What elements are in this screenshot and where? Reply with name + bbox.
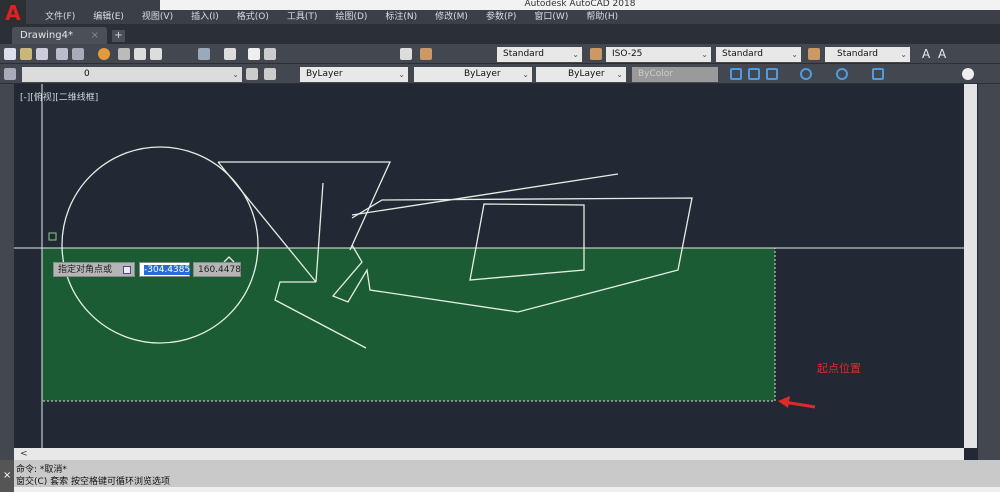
y-coordinate-input[interactable]: 160.4478 [193,262,241,277]
x-value: -304.4385 [144,265,191,275]
command-line-grip[interactable]: × [0,460,14,492]
line-entity-3 [351,173,619,216]
dynamic-input-prompt: 指定对角点或 [53,262,135,277]
viewport-controls[interactable]: [-][俯视][二维线框] [20,90,98,103]
x-coordinate-input[interactable]: -304.4385 [139,262,191,277]
drawing-canvas[interactable] [0,0,1000,460]
command-line: × 命令: *取消* 窗交(C) 套索 按空格键可循环浏览选项 [0,460,1000,492]
start-point-annotation: 起点位置 [817,362,861,375]
app-menu-button[interactable]: A [0,0,26,26]
options-icon[interactable] [123,266,131,274]
pickbox [48,232,57,241]
red-arrow-icon [778,396,816,409]
polyline-entity-1 [218,161,392,251]
close-icon[interactable]: × [3,470,11,481]
command-history-line: 窗交(C) 套索 按空格键可循环浏览选项 [16,477,171,487]
command-input[interactable] [14,487,1000,492]
prompt-text: 指定对角点或 [58,265,113,275]
